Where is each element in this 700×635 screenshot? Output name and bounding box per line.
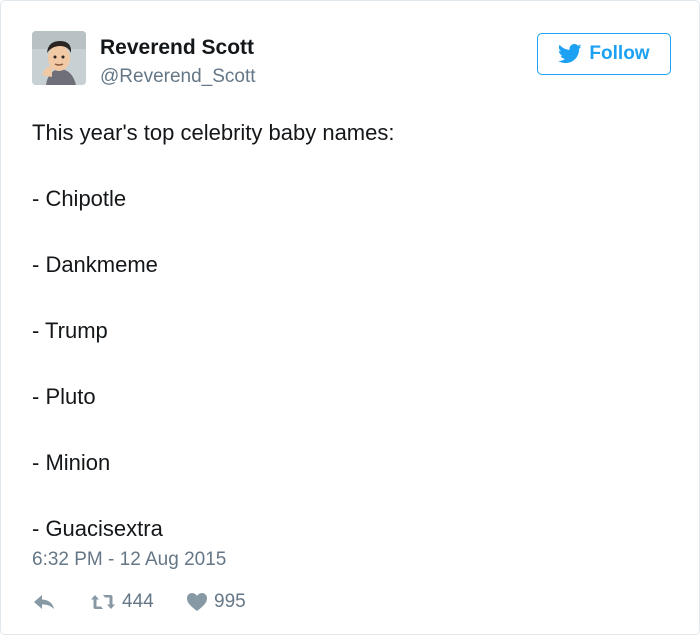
user-handle[interactable]: @Reverend_Scott — [100, 66, 256, 88]
follow-label: Follow — [589, 43, 650, 64]
twitter-bird-icon — [558, 44, 583, 64]
tweet-card: Reverend Scott @Reverend_Scott Follow Th… — [0, 0, 700, 635]
avatar-image — [32, 31, 86, 85]
like-button[interactable]: 995 — [186, 591, 246, 613]
follow-button[interactable]: Follow — [537, 33, 671, 75]
heart-icon — [187, 593, 207, 611]
like-count: 995 — [214, 591, 246, 612]
tweet-actions: 444 995 — [32, 589, 246, 615]
reply-icon — [34, 595, 54, 609]
retweet-count: 444 — [122, 591, 154, 612]
avatar[interactable] — [32, 31, 86, 85]
tweet-text: This year's top celebrity baby names: - … — [32, 120, 395, 541]
reply-button[interactable] — [32, 592, 90, 612]
tweet-timestamp[interactable]: 6:32 PM - 12 Aug 2015 — [32, 549, 226, 571]
retweet-icon — [91, 595, 115, 609]
user-name[interactable]: Reverend Scott — [100, 36, 254, 60]
retweet-button[interactable]: 444 — [90, 591, 186, 613]
